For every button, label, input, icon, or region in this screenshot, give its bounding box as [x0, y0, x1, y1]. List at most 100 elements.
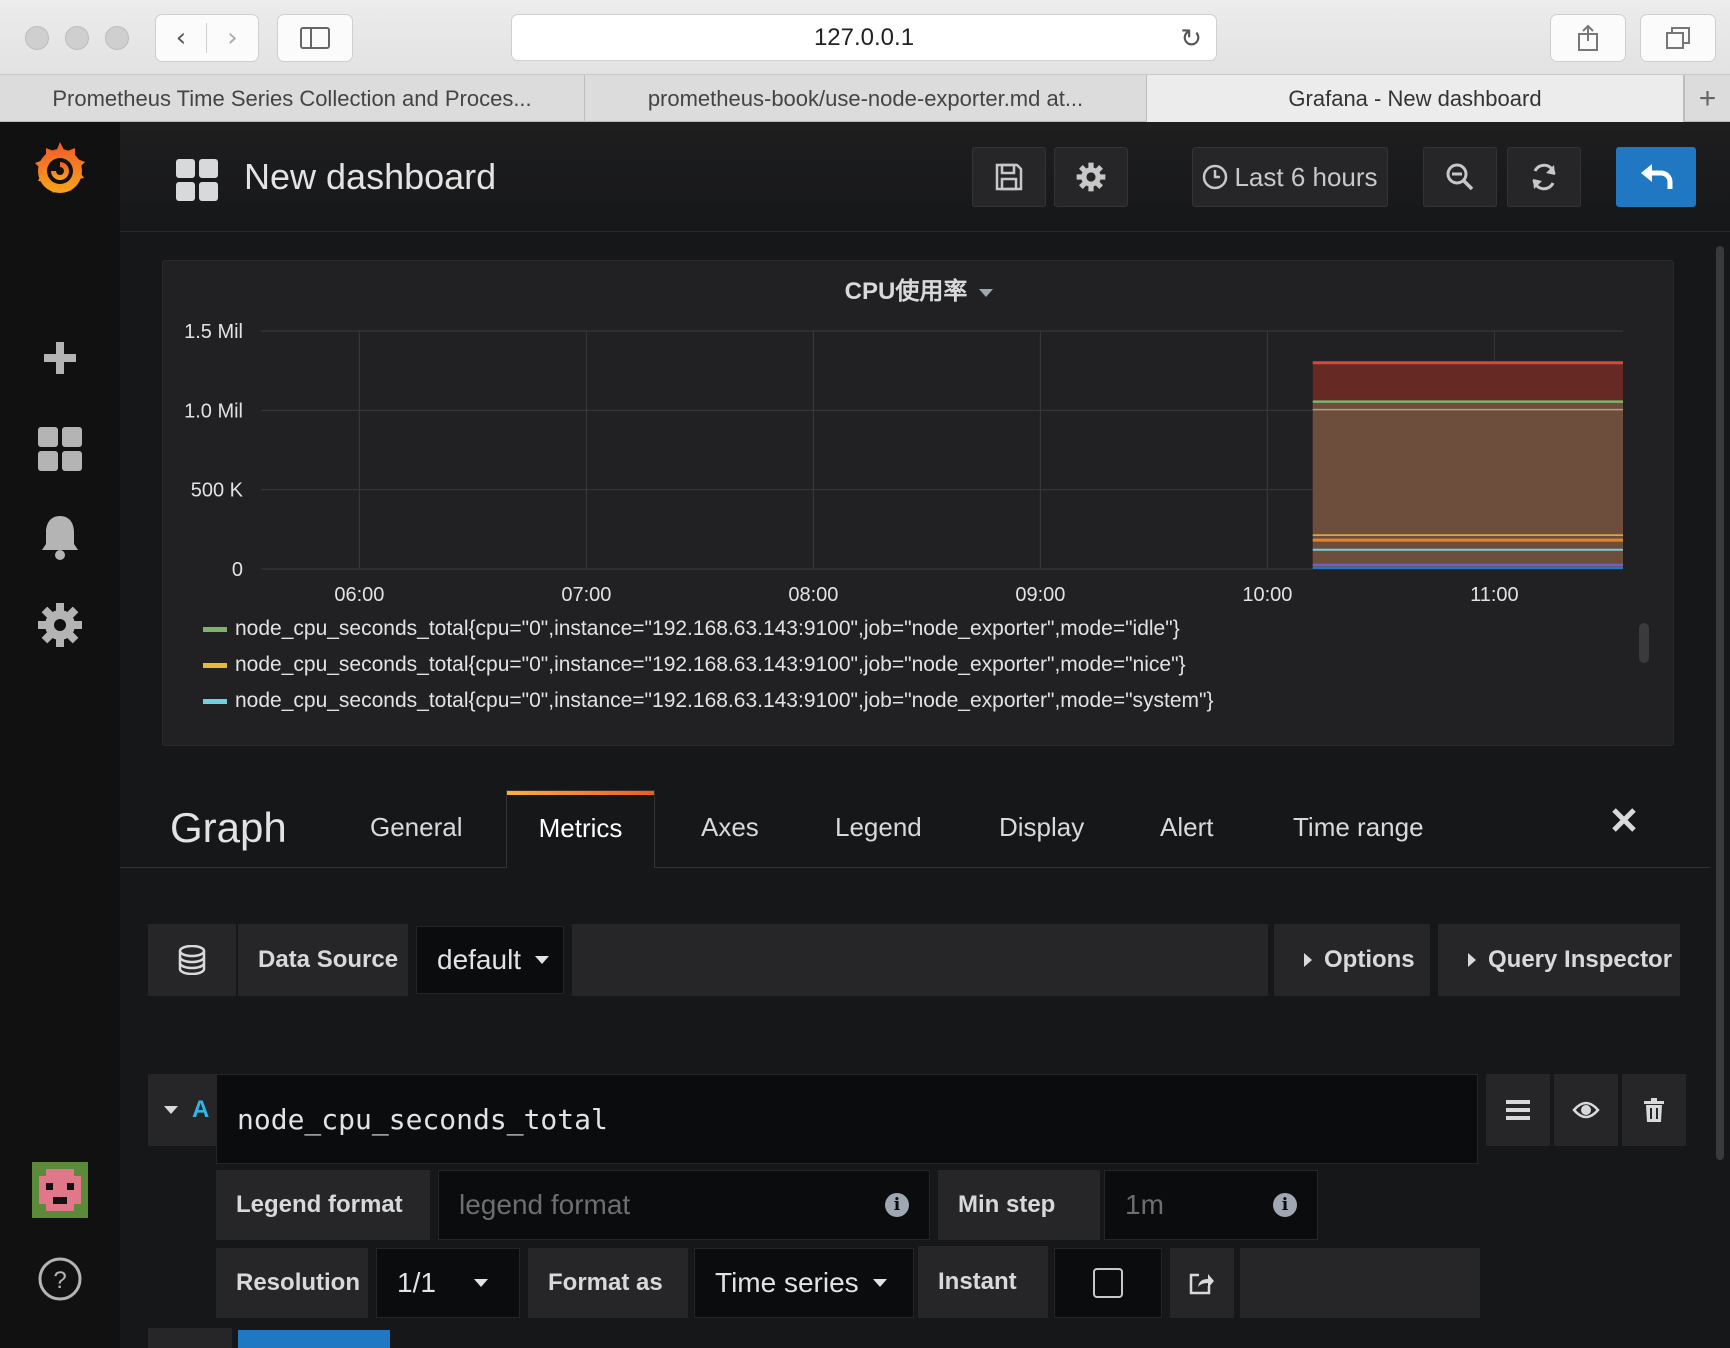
- tab-axes[interactable]: Axes: [701, 812, 759, 843]
- legend-swatch[interactable]: [203, 662, 227, 668]
- dashboard-title[interactable]: New dashboard: [244, 156, 496, 198]
- tab-legend[interactable]: Legend: [835, 812, 922, 843]
- datasource-filler: [572, 924, 1268, 996]
- format-as-select[interactable]: Time series: [694, 1248, 914, 1318]
- query-inspector-toggle[interactable]: Query Inspector: [1438, 924, 1680, 996]
- legend-label[interactable]: node_cpu_seconds_total{cpu="0",instance=…: [235, 653, 1186, 676]
- data-source-label: Data Source: [238, 924, 408, 996]
- add-query-button[interactable]: [238, 1330, 390, 1348]
- legend-scrollbar[interactable]: [1639, 623, 1649, 663]
- legend-label[interactable]: node_cpu_seconds_total{cpu="0",instance=…: [235, 689, 1214, 712]
- query-row-header[interactable]: A: [148, 1074, 216, 1146]
- address-bar[interactable]: 127.0.0.1 ↻: [511, 14, 1217, 61]
- browser-tab-strip: Prometheus Time Series Collection and Pr…: [0, 75, 1730, 122]
- min-step-input[interactable]: 1m i: [1104, 1170, 1318, 1240]
- forward-icon[interactable]: ›: [207, 23, 258, 53]
- info-icon[interactable]: i: [885, 1193, 909, 1217]
- x-tick-label: 08:00: [788, 584, 838, 606]
- info-icon[interactable]: i: [1273, 1193, 1297, 1217]
- sidebar-icon: [300, 27, 330, 49]
- query-inspector-label: Query Inspector: [1488, 946, 1673, 973]
- area-idle: [1312, 401, 1623, 569]
- legend-label[interactable]: node_cpu_seconds_total{cpu="0",instance=…: [235, 617, 1180, 640]
- new-tab-button[interactable]: +: [1684, 75, 1730, 122]
- caret-right-icon: [1304, 953, 1312, 967]
- instant-label: Instant: [918, 1246, 1048, 1318]
- back-icon[interactable]: ‹: [156, 23, 208, 53]
- resolution-value: 1/1: [397, 1267, 436, 1298]
- browser-tab-title: Grafana - New dashboard: [1288, 85, 1542, 111]
- configuration-gear-icon[interactable]: [0, 602, 120, 648]
- tabs-icon: [1666, 27, 1690, 49]
- data-source-value: default: [437, 944, 522, 975]
- instant-checkbox[interactable]: [1093, 1268, 1123, 1298]
- legend-swatch[interactable]: [203, 626, 227, 632]
- query-menu-button[interactable]: [1486, 1074, 1550, 1146]
- x-tick-label: 06:00: [334, 584, 384, 606]
- collapse-caret-icon: [164, 1106, 178, 1114]
- options-toggle[interactable]: Options: [1274, 924, 1430, 996]
- share-button[interactable]: [1550, 14, 1626, 62]
- panel-type-title: Graph: [170, 804, 287, 851]
- tab-overview-button[interactable]: [1640, 14, 1716, 62]
- tab-metrics-active[interactable]: Metrics: [506, 790, 655, 868]
- dashboard-grid-icon[interactable]: [176, 159, 218, 206]
- y-tick-label: 0: [232, 559, 243, 581]
- refresh-icon: [1532, 163, 1556, 191]
- remove-query-button[interactable]: [1622, 1074, 1686, 1146]
- y-tick-label: 500 K: [191, 480, 244, 502]
- legend-format-label: Legend format: [216, 1170, 430, 1240]
- tab-metrics: Metrics: [538, 813, 623, 843]
- save-icon: [995, 163, 1023, 191]
- toggle-query-visibility-button[interactable]: [1554, 1074, 1618, 1146]
- trash-icon: [1644, 1098, 1664, 1122]
- user-avatar[interactable]: [0, 1162, 120, 1218]
- browser-tab[interactable]: prometheus-book/use-node-exporter.md at.…: [585, 75, 1147, 122]
- help-icon[interactable]: ?: [0, 1256, 120, 1302]
- zoom-out-icon: [1446, 163, 1474, 191]
- sidebar-toggle-button[interactable]: [277, 14, 353, 62]
- dashboards-icon[interactable]: [0, 426, 120, 472]
- tab-alert[interactable]: Alert: [1160, 812, 1213, 843]
- database-icon: [148, 924, 236, 996]
- caret-right-icon: [1468, 953, 1476, 967]
- tab-general[interactable]: General: [370, 812, 463, 843]
- back-forward-group: ‹ ›: [155, 14, 259, 62]
- reload-icon[interactable]: ↻: [1180, 24, 1202, 54]
- legend-format-input[interactable]: legend format i: [438, 1170, 930, 1240]
- tab-time-range[interactable]: Time range: [1293, 812, 1424, 843]
- clock-icon: [1203, 164, 1228, 190]
- legend-item[interactable]: node_cpu_seconds_total{cpu="0",instance=…: [203, 689, 1214, 713]
- window-close-button[interactable]: [25, 26, 49, 50]
- dashboard-settings-button[interactable]: [1054, 147, 1128, 207]
- alerting-bell-icon[interactable]: [0, 514, 120, 560]
- browser-tab[interactable]: Prometheus Time Series Collection and Pr…: [0, 75, 585, 122]
- resolution-select[interactable]: 1/1: [376, 1248, 520, 1318]
- tab-display[interactable]: Display: [999, 812, 1084, 843]
- query-expression-input[interactable]: node_cpu_seconds_total: [216, 1074, 1478, 1164]
- browser-tab-active[interactable]: Grafana - New dashboard: [1147, 75, 1684, 122]
- eye-icon: [1572, 1101, 1600, 1119]
- legend-swatch[interactable]: [203, 698, 227, 704]
- time-picker-button[interactable]: Last 6 hours: [1192, 147, 1388, 207]
- legend-item[interactable]: node_cpu_seconds_total{cpu="0",instance=…: [203, 617, 1180, 641]
- grafana-logo-icon[interactable]: [0, 138, 120, 200]
- create-plus-icon[interactable]: [0, 340, 120, 376]
- legend-format-placeholder: legend format: [459, 1189, 631, 1220]
- open-query-link-button[interactable]: [1170, 1248, 1234, 1318]
- window-minimize-button[interactable]: [65, 26, 89, 50]
- refresh-button[interactable]: [1507, 147, 1581, 207]
- window-zoom-button[interactable]: [105, 26, 129, 50]
- legend-item[interactable]: node_cpu_seconds_total{cpu="0",instance=…: [203, 653, 1186, 677]
- return-arrow-icon: [1641, 164, 1673, 189]
- close-editor-icon[interactable]: [1610, 806, 1638, 839]
- data-source-select[interactable]: default: [416, 926, 564, 994]
- chevron-down-icon: [872, 1279, 887, 1287]
- y-tick-label: 1.5 Mil: [184, 321, 243, 343]
- chevron-down-icon: [535, 956, 550, 964]
- save-dashboard-button[interactable]: [972, 147, 1046, 207]
- page-scrollbar[interactable]: [1716, 246, 1724, 1160]
- zoom-out-button[interactable]: [1423, 147, 1497, 207]
- back-to-dashboard-button[interactable]: [1616, 147, 1696, 207]
- options-filler: [1240, 1248, 1480, 1318]
